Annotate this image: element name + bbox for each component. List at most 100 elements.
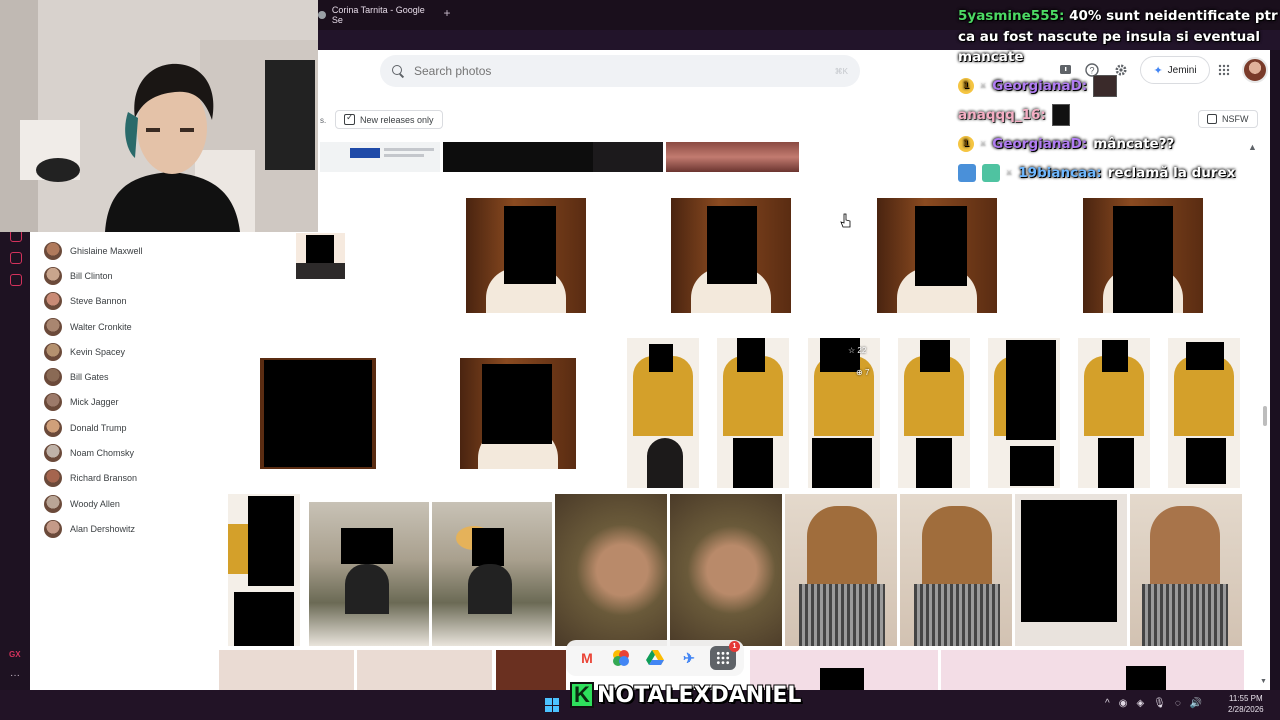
chat-username: GeorgianaD: — [992, 136, 1088, 152]
app-dock: M ✈ 1 — [566, 640, 744, 676]
mod-icon: ⚔ — [980, 140, 987, 148]
photo-thumbnail[interactable] — [466, 198, 586, 313]
photo-thumbnail[interactable] — [228, 494, 300, 646]
scrollbar-thumb[interactable] — [1263, 406, 1267, 426]
person-filter-item[interactable]: Steve Bannon — [44, 289, 214, 314]
photo-thumbnail[interactable] — [671, 198, 791, 313]
new-releases-label: New releases only — [360, 114, 434, 125]
settings-icon[interactable] — [10, 274, 22, 286]
person-filter-item[interactable]: Richard Branson — [44, 466, 214, 491]
browser-tab[interactable]: Corina Tarnita - Google Se — [318, 5, 436, 25]
person-filter-item[interactable]: Donald Trump — [44, 415, 214, 440]
brand-name: NOTALEXDANIEL — [597, 682, 802, 708]
zoom-icon: ⊕ — [856, 368, 863, 377]
mod-icon: ⚔ — [1006, 169, 1013, 177]
person-filter-item[interactable]: Noam Chomsky — [44, 440, 214, 465]
tab-title: Corina Tarnita - Google Se — [331, 5, 425, 25]
prime-badge-icon — [958, 164, 976, 182]
photo-thumbnail[interactable] — [988, 338, 1060, 488]
person-filter-item[interactable]: Kevin Spacey — [44, 339, 214, 364]
person-name: Donald Trump — [70, 422, 127, 433]
hand-cursor-icon — [840, 213, 851, 228]
new-releases-checkbox[interactable]: New releases only — [335, 110, 443, 129]
person-filter-item[interactable]: Ghislaine Maxwell — [44, 238, 214, 263]
photo-thumbnail[interactable] — [627, 338, 699, 488]
google-favicon-icon — [318, 11, 326, 19]
photo-thumbnail[interactable] — [666, 142, 799, 172]
photo-thumbnail[interactable] — [717, 338, 789, 488]
zoom-count[interactable]: ⊕ 7 — [856, 368, 869, 377]
chat-username: anaqqq_16: — [958, 107, 1046, 123]
photo-thumbnail[interactable] — [296, 233, 345, 279]
drive-icon[interactable] — [642, 646, 668, 670]
person-name: Bill Clinton — [70, 270, 113, 281]
windows-start-icon[interactable] — [545, 698, 559, 712]
extensions-icon[interactable] — [10, 252, 22, 264]
photos-icon[interactable] — [608, 646, 634, 670]
photo-thumbnail[interactable] — [460, 358, 576, 469]
chat-message: 5yasmine555: 40% sunt neidentificate ptr… — [958, 6, 1278, 68]
photo-thumbnail[interactable] — [1168, 338, 1240, 488]
chat-text: mâncate?? — [1093, 136, 1175, 152]
network-icon[interactable]: ◌ — [1175, 698, 1181, 709]
photo-thumbnail[interactable] — [877, 198, 997, 313]
apps-icon[interactable]: 1 — [710, 641, 740, 670]
photo-thumbnail[interactable] — [357, 650, 492, 690]
search-icon — [392, 65, 404, 77]
person-filter-item[interactable]: Woody Allen — [44, 491, 214, 516]
photo-thumbnail[interactable] — [1083, 198, 1203, 313]
photo-thumbnail[interactable] — [555, 494, 667, 646]
scroll-down-icon[interactable]: ▼ — [1260, 678, 1267, 685]
search-input[interactable] — [414, 64, 835, 78]
streamer-brand: K NOTALEXDANIEL — [570, 682, 801, 708]
star-icon: ☆ — [848, 346, 856, 355]
photo-thumbnail[interactable] — [785, 494, 897, 646]
chat-message: anaqqq_16: — [958, 101, 1278, 130]
photo-thumbnail[interactable] — [1130, 494, 1242, 646]
photo-thumbnail[interactable] — [432, 502, 552, 646]
photo-thumbnail[interactable] — [219, 650, 354, 690]
photo-thumbnail[interactable] — [443, 142, 663, 172]
notification-badge: 1 — [729, 641, 740, 652]
gift-badge-icon — [982, 164, 1000, 182]
photo-thumbnail[interactable] — [260, 358, 376, 469]
photo-thumbnail[interactable] — [670, 494, 782, 646]
zoom-count-value: 7 — [864, 368, 870, 377]
person-filter-item[interactable]: Walter Cronkite — [44, 314, 214, 339]
person-name: Alan Dershowitz — [70, 523, 136, 534]
new-tab-button[interactable]: + — [440, 6, 454, 20]
person-avatar — [44, 469, 62, 488]
gmail-icon[interactable]: M — [574, 646, 600, 670]
volume-icon[interactable]: 🔊 — [1190, 698, 1202, 709]
photo-thumbnail[interactable] — [1078, 338, 1150, 488]
person-avatar — [44, 393, 62, 412]
person-name: Bill Gates — [70, 372, 109, 383]
person-filter-item[interactable]: Bill Clinton — [44, 263, 214, 288]
person-filter-item[interactable]: Alan Dershowitz — [44, 516, 214, 541]
person-avatar — [44, 266, 62, 285]
person-name: Woody Allen — [70, 498, 120, 509]
photo-thumbnail[interactable] — [900, 494, 1012, 646]
chat-message: 1 ⚔ GeorgianaD: mâncate?? — [958, 130, 1278, 159]
photo-thumbnail[interactable] — [496, 650, 566, 690]
photo-thumbnail[interactable] — [320, 142, 440, 172]
more-icon[interactable]: ··· — [10, 670, 20, 681]
discord-icon[interactable]: ◉ — [1119, 698, 1128, 709]
system-clock[interactable]: 11:55 PM 2/28/2026 — [1228, 693, 1264, 715]
search-bar[interactable]: ⌘K — [380, 55, 860, 87]
chevron-up-icon[interactable]: ^ — [1105, 698, 1110, 709]
photo-thumbnail[interactable] — [941, 650, 1244, 690]
person-avatar — [44, 317, 62, 336]
person-filter-item[interactable]: Mick Jagger — [44, 390, 214, 415]
flights-icon[interactable]: ✈ — [676, 646, 702, 670]
chat-text: reclamă la durex — [1107, 165, 1236, 181]
security-icon[interactable]: ◈ — [1136, 698, 1144, 709]
photo-thumbnail[interactable] — [1015, 494, 1127, 646]
person-filter-item[interactable]: Bill Gates — [44, 364, 214, 389]
favorite-count[interactable]: ☆ 22 — [848, 346, 866, 355]
photo-thumbnail[interactable] — [309, 502, 429, 646]
photo-thumbnail[interactable] — [898, 338, 970, 488]
microphone-icon[interactable]: 🎙 — [1153, 698, 1166, 709]
subscriber-badge-icon: 1 — [958, 78, 974, 94]
photo-thumbnail-hovered[interactable]: ☆ 22 ⊕ 7 — [808, 338, 880, 488]
